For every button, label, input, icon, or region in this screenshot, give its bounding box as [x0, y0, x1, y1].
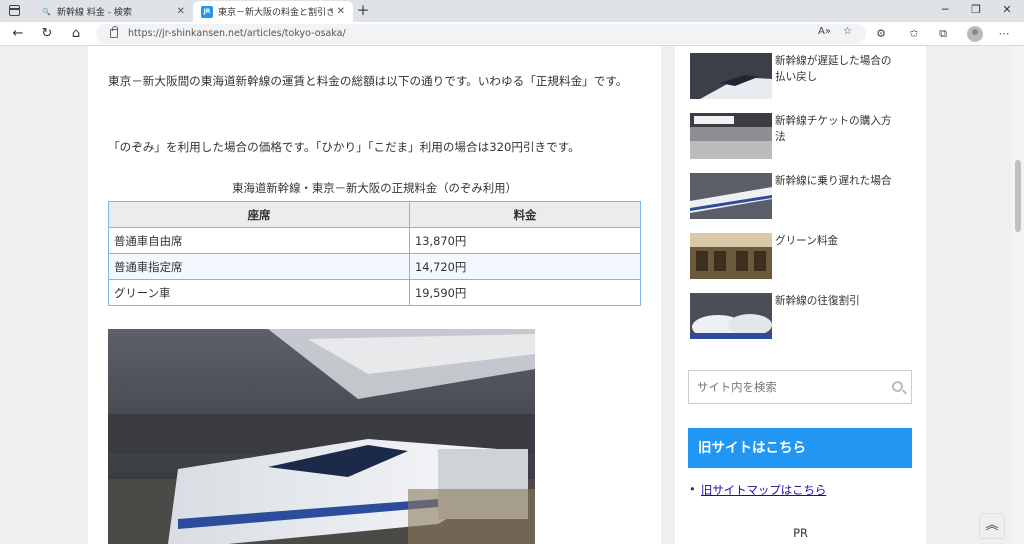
- url-text: https://jr-shinkansen.net/articles/tokyo…: [128, 28, 346, 39]
- favorite-star-icon[interactable]: ☆: [843, 26, 852, 37]
- profile-avatar[interactable]: [967, 26, 983, 42]
- page-viewport: 東京－新大阪間の東海道新幹線の運賃と料金の総額は以下の通りです。いわゆる「正規料…: [0, 46, 1024, 544]
- refresh-icon[interactable]: ↻: [38, 25, 56, 43]
- old-sitemap-list-item: 旧サイトマップはこちら: [689, 482, 826, 498]
- fare-table: 座席 料金 普通車自由席 13,870円 普通車指定席 14,720円 グリーン…: [108, 201, 641, 306]
- scroll-to-top-button[interactable]: ︽: [979, 513, 1005, 539]
- maximize-button[interactable]: ❐: [959, 0, 993, 22]
- sidebar-toggle-icon[interactable]: [9, 5, 20, 16]
- address-bar-row: ← ↻ ⌂ https://jr-shinkansen.net/articles…: [0, 22, 1024, 46]
- tab-search[interactable]: 🔍 新幹線 料金 - 検索 ✕: [33, 1, 193, 22]
- related-label: 新幹線に乗り遅れた場合: [775, 175, 892, 187]
- search-input[interactable]: [689, 371, 869, 403]
- table-cell: 普通車自由席: [108, 227, 410, 254]
- table-cell: 14,720円: [409, 253, 641, 280]
- close-icon[interactable]: ✕: [177, 6, 185, 17]
- home-icon[interactable]: ⌂: [67, 25, 85, 43]
- search-icon: 🔍: [42, 7, 51, 16]
- lock-icon: [110, 26, 118, 38]
- article-paragraph: 「のぞみ」を利用した場合の価格です。「ひかり」「こだま」利用の場合は320円引き…: [108, 140, 580, 154]
- old-sitemap-link[interactable]: 旧サイトマップはこちら: [701, 483, 826, 497]
- table-row: 普通車自由席 13,870円: [108, 227, 641, 254]
- table-row: 普通車指定席 14,720円: [108, 253, 641, 280]
- minimize-button[interactable]: ─: [928, 0, 962, 22]
- table-cell: 13,870円: [409, 227, 641, 254]
- related-thumbnail: [690, 53, 772, 99]
- article-paragraph: 東京－新大阪間の東海道新幹線の運賃と料金の総額は以下の通りです。いわゆる「正規料…: [108, 74, 628, 88]
- favorites-icon[interactable]: ✩: [905, 25, 923, 43]
- tab-title: 新幹線 料金 - 検索: [57, 8, 132, 18]
- article-column: 東京－新大阪間の東海道新幹線の運賃と料金の総額は以下の通りです。いわゆる「正規料…: [88, 46, 661, 544]
- table-cell: 19,590円: [409, 279, 641, 306]
- column-header: 座席: [108, 201, 410, 228]
- tab-bar: 🔍 新幹線 料金 - 検索 ✕ JR 東京－新大阪の料金と割引きっぷ ✕ + ─…: [0, 0, 1024, 22]
- back-icon[interactable]: ←: [9, 25, 27, 43]
- scrollbar-thumb[interactable]: [1015, 160, 1021, 232]
- table-cell: グリーン車: [108, 279, 410, 306]
- url-field[interactable]: https://jr-shinkansen.net/articles/tokyo…: [96, 24, 866, 44]
- extensions-icon[interactable]: ⚙: [872, 25, 890, 43]
- table-header-row: 座席 料金: [108, 201, 641, 228]
- jr-favicon-icon: JR: [201, 5, 213, 18]
- related-thumbnail: [690, 233, 772, 279]
- related-article-item[interactable]: 新幹線チケットの購入方法: [690, 113, 920, 159]
- table-cell: 普通車指定席: [108, 253, 410, 280]
- sidebar: 新幹線が遅延した場合の払い戻し 新幹線チケットの購入方法 新幹線に乗り遅れた場合…: [675, 46, 926, 544]
- close-icon[interactable]: ✕: [337, 6, 345, 17]
- table-row: グリーン車 19,590円: [108, 279, 641, 306]
- read-aloud-icon[interactable]: A»: [818, 26, 831, 37]
- old-site-heading: 旧サイトはこちら: [688, 428, 912, 468]
- shinkansen-station-photo: [108, 329, 535, 544]
- column-header: 料金: [409, 201, 641, 228]
- page-scrollbar[interactable]: [1012, 46, 1024, 544]
- tab-title: 東京－新大阪の料金と割引きっぷ: [218, 8, 333, 18]
- more-menu-icon[interactable]: ⋯: [995, 25, 1013, 43]
- related-article-item[interactable]: 新幹線が遅延した場合の払い戻し: [690, 53, 920, 99]
- related-thumbnail: [690, 113, 772, 159]
- related-article-item[interactable]: 新幹線に乗り遅れた場合: [690, 173, 920, 219]
- related-label: グリーン料金: [775, 235, 839, 247]
- collections-icon[interactable]: ⧉: [934, 25, 952, 43]
- related-thumbnail: [690, 293, 772, 339]
- table-caption: 東海道新幹線・東京－新大阪の正規料金（のぞみ利用）: [232, 181, 517, 195]
- new-tab-button[interactable]: +: [354, 2, 372, 20]
- related-article-item[interactable]: 新幹線の往復割引: [690, 293, 920, 339]
- related-label: 新幹線が遅延した場合の払い戻し: [775, 55, 892, 83]
- related-label: 新幹線の往復割引: [775, 295, 860, 307]
- close-window-button[interactable]: ✕: [990, 0, 1024, 22]
- pr-label: PR: [793, 526, 808, 540]
- related-thumbnail: [690, 173, 772, 219]
- related-article-item[interactable]: グリーン料金: [690, 233, 920, 279]
- related-label: 新幹線チケットの購入方法: [775, 115, 892, 143]
- site-search-box: [688, 370, 912, 404]
- search-icon[interactable]: [892, 381, 903, 392]
- tab-article[interactable]: JR 東京－新大阪の料金と割引きっぷ ✕: [193, 1, 353, 22]
